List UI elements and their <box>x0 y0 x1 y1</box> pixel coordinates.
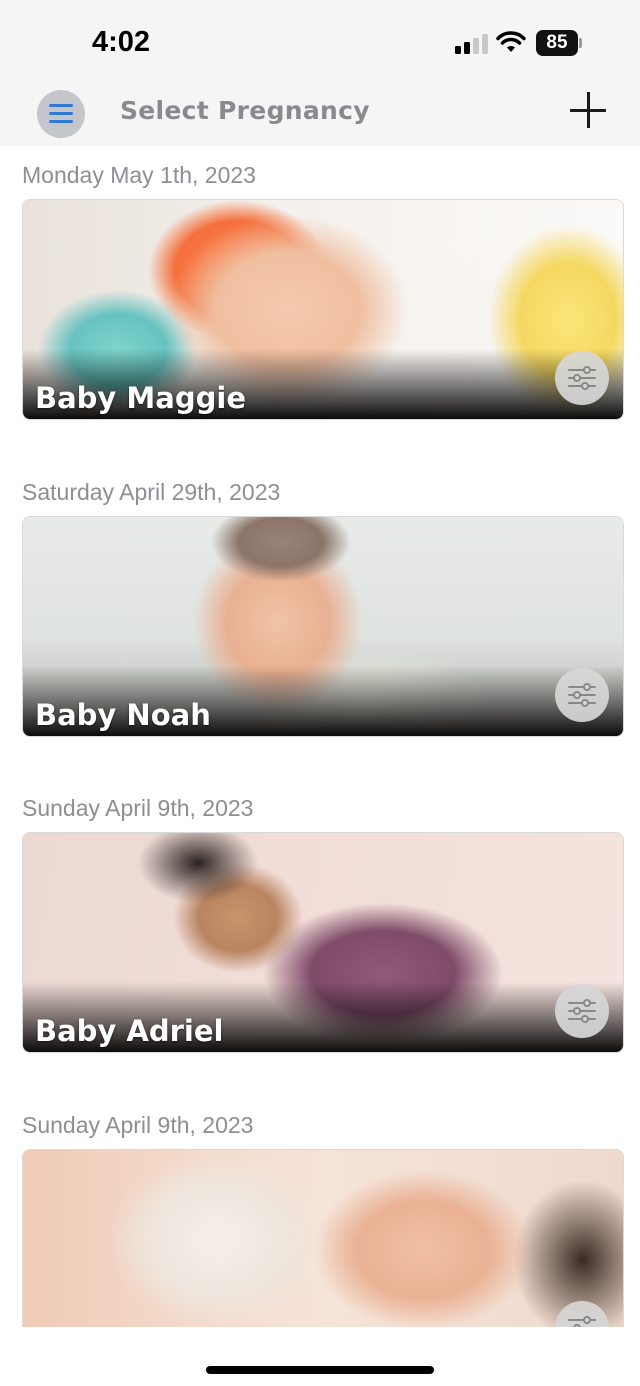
home-indicator[interactable] <box>206 1366 434 1374</box>
sliders-settings-icon <box>568 683 596 707</box>
card-settings-button[interactable] <box>555 1301 609 1327</box>
nav-bar: Select Pregnancy <box>0 88 640 146</box>
pregnancy-card[interactable]: Baby Adriel <box>22 832 624 1053</box>
battery-icon: 85 <box>536 30 578 56</box>
sliders-settings-icon <box>568 1316 596 1327</box>
card-settings-button[interactable] <box>555 668 609 722</box>
baby-photo <box>23 1150 623 1327</box>
date-label: Sunday April 9th, 2023 <box>22 795 254 821</box>
baby-name: Baby Noah <box>35 698 211 732</box>
status-bar: 4:02 85 <box>0 0 640 88</box>
hamburger-menu-icon <box>49 104 73 107</box>
hamburger-menu-icon <box>49 120 73 123</box>
status-time: 4:02 <box>92 26 151 58</box>
cellular-signal-icon <box>455 32 489 54</box>
pregnancy-card[interactable]: Baby Maggie <box>22 199 624 420</box>
date-label: Sunday April 9th, 2023 <box>22 1112 254 1138</box>
pregnancy-card[interactable]: Baby Noah <box>22 516 624 737</box>
pregnancy-card[interactable] <box>22 1149 624 1327</box>
battery-cap <box>579 38 582 48</box>
screen: 4:02 85 Select Pregnancy Monday May 1th,… <box>0 0 640 1386</box>
baby-name: Baby Adriel <box>35 1014 224 1048</box>
date-label: Saturday April 29th, 2023 <box>22 479 281 505</box>
add-pregnancy-button[interactable] <box>570 92 608 130</box>
menu-button[interactable] <box>37 90 85 138</box>
date-label: Monday May 1th, 2023 <box>22 162 256 188</box>
hamburger-menu-icon <box>49 112 73 115</box>
baby-name: Baby Maggie <box>35 381 246 415</box>
wifi-icon <box>496 31 526 52</box>
sliders-settings-icon <box>568 366 596 390</box>
page-title: Select Pregnancy <box>120 96 370 125</box>
sliders-settings-icon <box>568 999 596 1023</box>
card-settings-button[interactable] <box>555 351 609 405</box>
card-settings-button[interactable] <box>555 984 609 1038</box>
